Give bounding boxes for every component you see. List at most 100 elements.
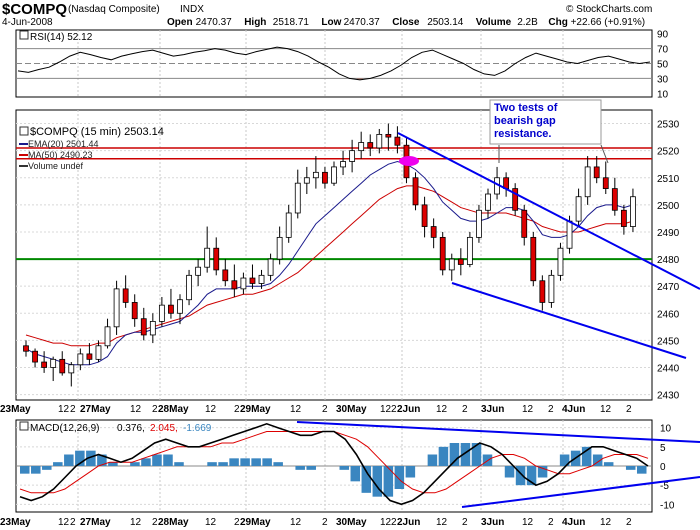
price-date-axis-label: 12 <box>380 404 392 415</box>
macd-histogram-bar <box>163 454 173 466</box>
header-chg-value: +22.66 (+0.91%) <box>571 17 646 28</box>
candle-body <box>530 236 537 282</box>
macd-histogram-bar <box>20 466 30 474</box>
candle-body <box>231 280 238 290</box>
date-label: 4-Jun-2008 <box>2 17 53 28</box>
candle-body <box>349 150 356 162</box>
price-date-axis-label: 2 <box>462 404 468 415</box>
candle-body <box>521 209 528 238</box>
macd-histogram-bar <box>251 458 261 466</box>
macd-histogram-bar <box>218 462 228 466</box>
macd-date-axis-label: 2Jun <box>397 517 420 528</box>
macd-date-axis-label: 2 <box>462 517 468 528</box>
macd-histogram-bar <box>141 458 151 466</box>
price-tick-label: 2460 <box>657 309 680 320</box>
macd-histogram-bar <box>350 466 361 482</box>
header-volume-label: Volume <box>476 17 512 28</box>
macd-histogram-bar <box>603 462 614 466</box>
rsi-tick-label: 90 <box>657 30 669 41</box>
macd-date-axis-label: 12 <box>290 517 302 528</box>
price-date-axis-label: 12 <box>58 404 70 415</box>
legend-entry: EMA(20) 2501.44 <box>28 139 99 149</box>
price-tick-label: 2430 <box>657 391 680 402</box>
candle-body <box>50 358 57 368</box>
macd-legend-swatch <box>19 421 29 431</box>
candle-body <box>222 269 229 282</box>
macd-signal-value: 2.045, <box>150 423 178 434</box>
price-date-axis-label: 30May <box>336 404 367 415</box>
macd-histogram-bar <box>42 466 52 470</box>
candle-body <box>258 274 265 284</box>
price-date-axis-label: 29May <box>240 404 271 415</box>
candle-body <box>331 166 337 184</box>
candle-body <box>539 280 546 303</box>
candle-body <box>168 304 174 314</box>
candle-body <box>312 171 319 179</box>
rsi-tick-label: 30 <box>657 74 669 85</box>
macd-histogram-bar <box>636 466 647 474</box>
candle-body <box>267 258 274 276</box>
macd-date-axis-label: 12 <box>436 517 448 528</box>
rsi-label: RSI(14) 52.12 <box>30 32 93 43</box>
price-tick-label: 2470 <box>657 282 680 293</box>
rsi-tick-label: 10 <box>657 89 669 100</box>
chart-root: $COMPQ (Nasdaq Composite) INDX © StockChart… <box>0 0 700 530</box>
price-date-axis-label: 2 <box>322 404 328 415</box>
macd-histogram-bar <box>273 462 283 466</box>
price-date-axis-label: 12 <box>522 404 534 415</box>
candle-body <box>575 196 582 222</box>
exchange-label: INDX <box>180 4 204 15</box>
macd-histogram-bar <box>438 446 449 466</box>
rsi-tick-label: 70 <box>657 45 669 56</box>
macd-histogram-bar <box>306 466 316 470</box>
candle-body <box>240 277 247 290</box>
macd-histogram-bar <box>405 466 416 478</box>
price-tick-label: 2480 <box>657 255 680 266</box>
header-open-label: Open <box>167 17 193 28</box>
candle-body <box>421 204 428 227</box>
candle-body <box>113 288 120 328</box>
macd-histogram-bar <box>504 466 515 478</box>
price-date-axis-label: 3Jun <box>481 404 504 415</box>
copyright-text: © StockCharts.com <box>566 4 652 15</box>
macd-date-axis-label: 30May <box>336 517 367 528</box>
annotation-line: bearish gap <box>494 115 556 127</box>
candle-body <box>158 304 165 322</box>
macd-histogram-bar <box>31 466 41 474</box>
candle-body <box>213 247 220 271</box>
macd-histogram-bar <box>262 458 272 466</box>
price-date-axis-label: 12 <box>130 404 142 415</box>
macd-date-axis-label: 2 <box>548 517 554 528</box>
header-volume-value: 2.2B <box>517 17 538 28</box>
header-low-label: Low <box>321 17 341 28</box>
candle-body <box>457 258 464 265</box>
price-date-axis-label: 2 <box>70 404 76 415</box>
price-date-axis-label: 2Jun <box>397 404 420 415</box>
macd-tick-label: 5 <box>660 443 666 454</box>
macd-histogram-bar <box>53 462 63 466</box>
macd-date-axis-label: 4Jun <box>562 517 585 528</box>
legend-entry: Volume undef <box>28 161 84 171</box>
macd-date-axis-label: 3Jun <box>481 517 504 528</box>
candle-body <box>86 353 93 360</box>
macd-tick-label: 0 <box>660 462 666 473</box>
candle-body <box>358 142 365 152</box>
macd-histogram-bar <box>240 458 250 466</box>
macd-hist-value: -1.669 <box>183 423 212 434</box>
candle-body <box>77 353 84 366</box>
candle-body <box>131 302 138 320</box>
header-high-label: High <box>244 17 266 28</box>
candle-body <box>439 236 446 271</box>
macd-date-axis-label: 2 <box>626 517 632 528</box>
macd-histogram-bar <box>130 462 140 466</box>
annotation-line: resistance. <box>494 128 551 140</box>
price-date-axis-label: 23May <box>0 404 31 415</box>
candle-body <box>376 133 383 149</box>
macd-date-axis-label: 2 <box>322 517 328 528</box>
macd-histogram-bar <box>427 454 438 466</box>
price-legend-swatch <box>19 126 29 136</box>
candle-body <box>294 182 301 214</box>
macd-histogram-bar <box>174 462 184 466</box>
price-date-axis-label: 27May <box>80 404 111 415</box>
candle-body <box>249 277 256 284</box>
